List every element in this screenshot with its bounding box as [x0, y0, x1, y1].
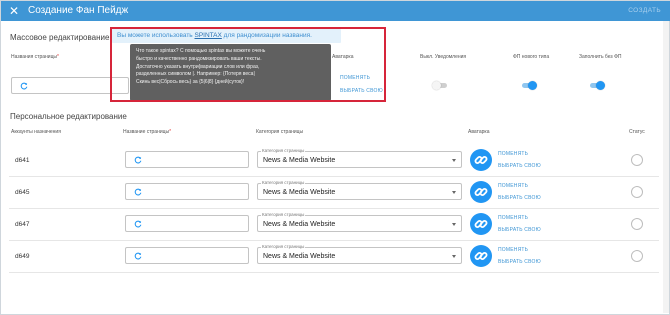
category-select[interactable]: Категория страницы News & Media Website [257, 212, 462, 232]
mass-edit-title: Массовое редактирование [10, 33, 110, 42]
category-floating-label: Категория страницы [261, 180, 306, 186]
category-select[interactable]: Категория страницы News & Media Website [257, 180, 462, 200]
sync-icon[interactable] [134, 156, 142, 164]
header-category: Категория страницы [256, 129, 304, 135]
toggle-knob [596, 81, 605, 90]
dialog-window: ✕ Создание Фан Пейдж СОЗДАТЬ Массовое ре… [0, 0, 670, 315]
avatar-link-icon [470, 213, 492, 235]
category-value: News & Media Website [263, 189, 336, 196]
category-floating-label: Категория страницы [261, 148, 306, 154]
change-avatar-link[interactable]: ПОМЕНЯТЬ [498, 247, 528, 254]
sync-icon[interactable] [20, 82, 28, 90]
avatar-link-icon [470, 245, 492, 267]
create-button[interactable]: СОЗДАТЬ [628, 6, 661, 16]
highlight-frame [110, 27, 386, 102]
status-indicator [631, 250, 643, 262]
category-select[interactable]: Категория страницы News & Media Website [257, 244, 462, 264]
toggle-knob [432, 81, 441, 90]
choose-avatar-link[interactable]: ВЫБРАТЬ СВОЮ [498, 259, 541, 266]
fill-without-toggle[interactable] [590, 81, 605, 90]
page-name-field[interactable] [125, 215, 249, 232]
account-name: d641 [15, 157, 30, 164]
row-divider [9, 240, 659, 241]
chevron-down-icon [452, 223, 456, 226]
header-new-type: ФП нового типа [513, 54, 550, 60]
account-name: d649 [15, 253, 30, 260]
status-indicator [631, 154, 643, 166]
page-name-field[interactable] [125, 183, 249, 200]
app-bar: ✕ Создание Фан Пейдж СОЗДАТЬ [1, 1, 670, 21]
account-name: d645 [15, 189, 30, 196]
row-divider [9, 176, 659, 177]
new-type-toggle[interactable] [522, 81, 537, 90]
page-name-field[interactable] [125, 247, 249, 264]
sync-icon[interactable] [134, 252, 142, 260]
category-select[interactable]: Категория страницы News & Media Website [257, 148, 462, 168]
category-value: News & Media Website [263, 221, 336, 228]
sync-icon[interactable] [134, 188, 142, 196]
choose-avatar-link[interactable]: ВЫБРАТЬ СВОЮ [498, 195, 541, 202]
chevron-down-icon [452, 191, 456, 194]
header-notifications: Выкл. Уведомления [420, 54, 467, 60]
avatar-link-icon [470, 149, 492, 171]
change-avatar-link[interactable]: ПОМЕНЯТЬ [498, 183, 528, 190]
header-fill-without: Заполнить без ФП [579, 54, 622, 60]
header-avatar: Аватарка [468, 129, 490, 135]
scrollbar[interactable] [663, 21, 669, 313]
chevron-down-icon [452, 255, 456, 258]
change-avatar-link[interactable]: ПОМЕНЯТЬ [498, 215, 528, 222]
header-page-names: Названия страницы* [11, 54, 59, 60]
category-floating-label: Категория страницы [261, 244, 306, 250]
personal-edit-title: Персональное редактирование [10, 112, 127, 121]
avatar-link-icon [470, 181, 492, 203]
choose-avatar-link[interactable]: ВЫБРАТЬ СВОЮ [498, 227, 541, 234]
dialog-title: Создание Фан Пейдж [28, 5, 129, 16]
category-value: News & Media Website [263, 157, 336, 164]
status-indicator [631, 218, 643, 230]
category-value: News & Media Website [263, 253, 336, 260]
header-page-name: Название страницы* [123, 129, 172, 135]
change-avatar-link[interactable]: ПОМЕНЯТЬ [498, 151, 528, 158]
toggle-knob [528, 81, 537, 90]
category-floating-label: Категория страницы [261, 212, 306, 218]
status-indicator [631, 186, 643, 198]
choose-avatar-link[interactable]: ВЫБРАТЬ СВОЮ [498, 163, 541, 170]
page-name-field[interactable] [125, 151, 249, 168]
chevron-down-icon [452, 159, 456, 162]
header-status: Статус [629, 129, 645, 135]
account-name: d647 [15, 221, 30, 228]
notifications-toggle[interactable] [432, 81, 447, 90]
sync-icon[interactable] [134, 220, 142, 228]
row-divider [9, 208, 659, 209]
close-icon[interactable]: ✕ [7, 3, 21, 19]
row-divider [9, 272, 659, 273]
header-accounts: Аккаунты назначения [11, 129, 61, 135]
